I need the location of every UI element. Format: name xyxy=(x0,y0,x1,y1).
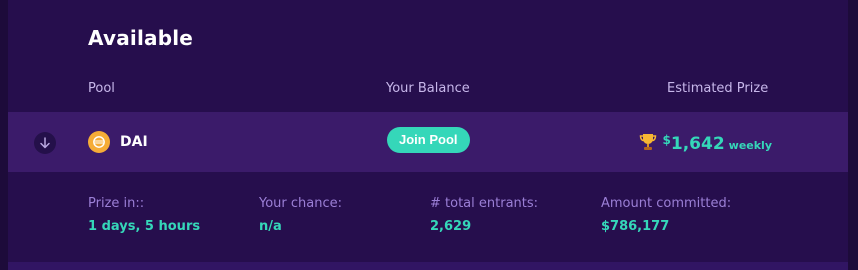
join-pool-button[interactable]: Join Pool xyxy=(387,127,470,153)
stat-prize-in: Prize in:: 1 days, 5 hours xyxy=(88,196,200,234)
stat-label: Your chance: xyxy=(259,196,343,211)
estimated-prize: $ 1,642 weekly xyxy=(639,129,772,154)
stat-value: n/a xyxy=(259,219,282,234)
stat-label: Prize in:: xyxy=(88,196,145,211)
stat-value: 2,629 xyxy=(430,219,472,234)
dai-coin-icon xyxy=(88,131,110,153)
pool-row: DAI Join Pool $ 1,642 weekly xyxy=(8,112,848,172)
prize-period: weekly xyxy=(728,139,772,152)
expand-button[interactable] xyxy=(34,132,56,154)
prize-amount: 1,642 xyxy=(670,134,725,154)
column-header-pool: Pool xyxy=(88,81,115,96)
stat-label: Amount committed: xyxy=(601,196,732,211)
stat-amount-committed: Amount committed: $786,177 xyxy=(601,196,731,234)
section-title: Available xyxy=(88,26,194,50)
prize-currency: $ xyxy=(662,133,671,147)
trophy-icon xyxy=(639,134,656,150)
stat-label: # total entrants: xyxy=(430,196,539,211)
stat-total-entrants: # total entrants: 2,629 xyxy=(430,196,538,234)
pool-panel: Available Pool Your Balance Estimated Pr… xyxy=(8,0,848,270)
stat-your-chance: Your chance: n/a xyxy=(259,196,342,234)
pool-name: DAI xyxy=(120,134,148,150)
column-header-prize: Estimated Prize xyxy=(667,81,769,96)
stat-value: $786,177 xyxy=(601,219,670,234)
stat-value: 1 days, 5 hours xyxy=(88,219,201,234)
next-row-edge xyxy=(8,262,848,270)
column-header-balance: Your Balance xyxy=(386,81,470,96)
arrow-down-icon xyxy=(40,137,50,149)
